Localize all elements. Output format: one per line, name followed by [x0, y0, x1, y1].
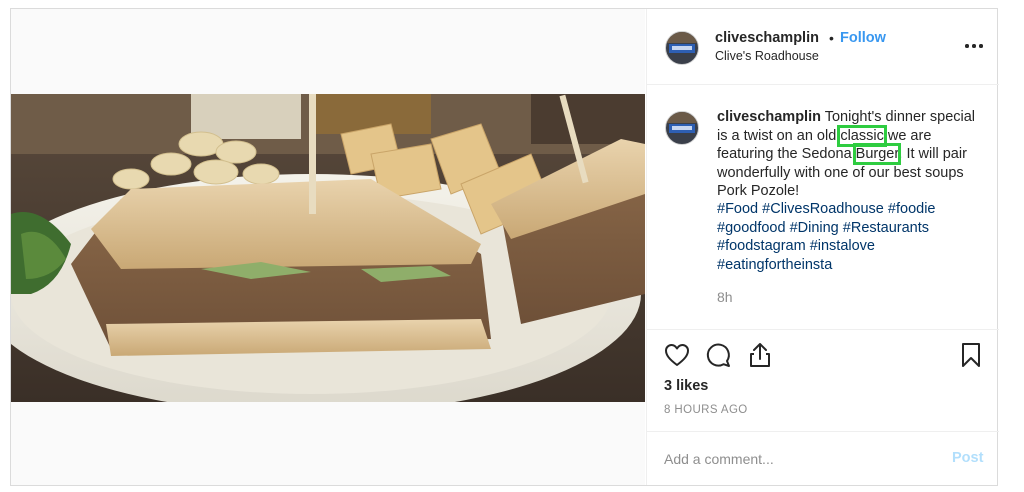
likes-count[interactable]: 3 likes	[664, 378, 708, 394]
action-bar: 3 likes 8 HOURS AGO	[647, 331, 999, 431]
hashtag-link[interactable]: #foodstagram	[717, 238, 806, 254]
caption-username[interactable]: cliveschamplin	[717, 109, 821, 125]
caption-section: cliveschamplin Tonight's dinner special …	[647, 86, 999, 330]
hashtag-link[interactable]: #foodie	[888, 201, 936, 217]
location-link[interactable]: Clive's Roadhouse	[715, 49, 819, 63]
follow-button[interactable]: Follow	[840, 30, 886, 46]
hashtag-link[interactable]: #goodfood	[717, 220, 786, 236]
hashtag-link[interactable]: #instalove	[810, 238, 875, 254]
highlight-classic: classic	[837, 124, 887, 147]
comment-icon[interactable]	[704, 341, 732, 369]
author-avatar[interactable]	[665, 31, 699, 65]
highlight-burger: Burger	[852, 143, 902, 165]
post-media	[11, 9, 645, 485]
post-comment-button[interactable]: Post	[952, 450, 983, 466]
post-photo[interactable]	[11, 94, 645, 402]
post-sidebar: cliveschamplin • Follow Clive's Roadhous…	[646, 9, 999, 485]
separator-dot: •	[829, 30, 834, 46]
post-header: cliveschamplin • Follow Clive's Roadhous…	[647, 9, 999, 85]
hashtag-list: #Food #ClivesRoadhouse #foodie #goodfood …	[717, 200, 985, 274]
comment-box: Post	[647, 431, 999, 485]
bookmark-icon[interactable]	[957, 341, 985, 369]
heart-icon[interactable]	[663, 341, 691, 369]
hashtag-link[interactable]: #Food	[717, 201, 758, 217]
author-username[interactable]: cliveschamplin	[715, 30, 819, 46]
hashtag-link[interactable]: #Dining	[790, 220, 839, 236]
relative-time: 8h	[717, 289, 733, 305]
more-options-icon[interactable]	[963, 35, 985, 55]
hashtag-link[interactable]: #eatingfortheinsta	[717, 257, 832, 273]
comment-input[interactable]	[664, 448, 934, 470]
caption-avatar[interactable]	[665, 111, 699, 145]
post-timestamp[interactable]: 8 HOURS AGO	[664, 404, 748, 416]
hashtag-link[interactable]: #Restaurants	[843, 220, 929, 236]
instagram-post: cliveschamplin • Follow Clive's Roadhous…	[10, 8, 999, 486]
share-icon[interactable]	[746, 341, 774, 369]
food-photo-illustration	[11, 94, 645, 402]
hashtag-link[interactable]: #ClivesRoadhouse	[762, 201, 884, 217]
caption-text: cliveschamplin Tonight's dinner special …	[717, 108, 985, 201]
